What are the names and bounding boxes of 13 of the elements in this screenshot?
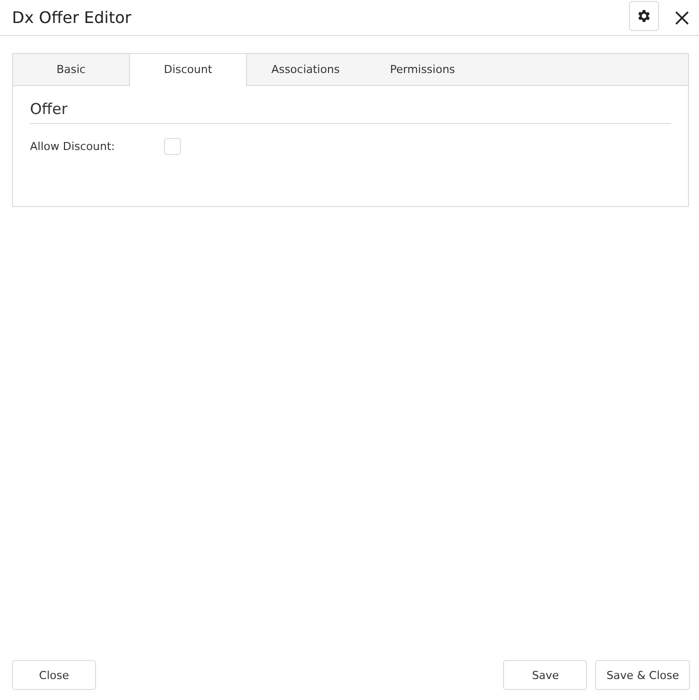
section-title: Offer: [30, 100, 671, 124]
field-label: Allow Discount:: [30, 140, 116, 153]
tab[interactable]: Discount: [130, 54, 247, 86]
close-icon[interactable]: [675, 10, 689, 24]
tab[interactable]: Permissions: [364, 54, 481, 85]
checkbox[interactable]: [164, 138, 181, 155]
window-title: Dx Offer Editor: [12, 8, 132, 27]
settings-button[interactable]: [629, 0, 659, 30]
settings-icon: [636, 8, 652, 24]
tab[interactable]: Associations: [247, 54, 364, 85]
save-and-close-button[interactable]: Save & Close: [595, 660, 690, 690]
save-button[interactable]: Save: [503, 660, 588, 690]
close-button[interactable]: Close: [12, 660, 96, 690]
